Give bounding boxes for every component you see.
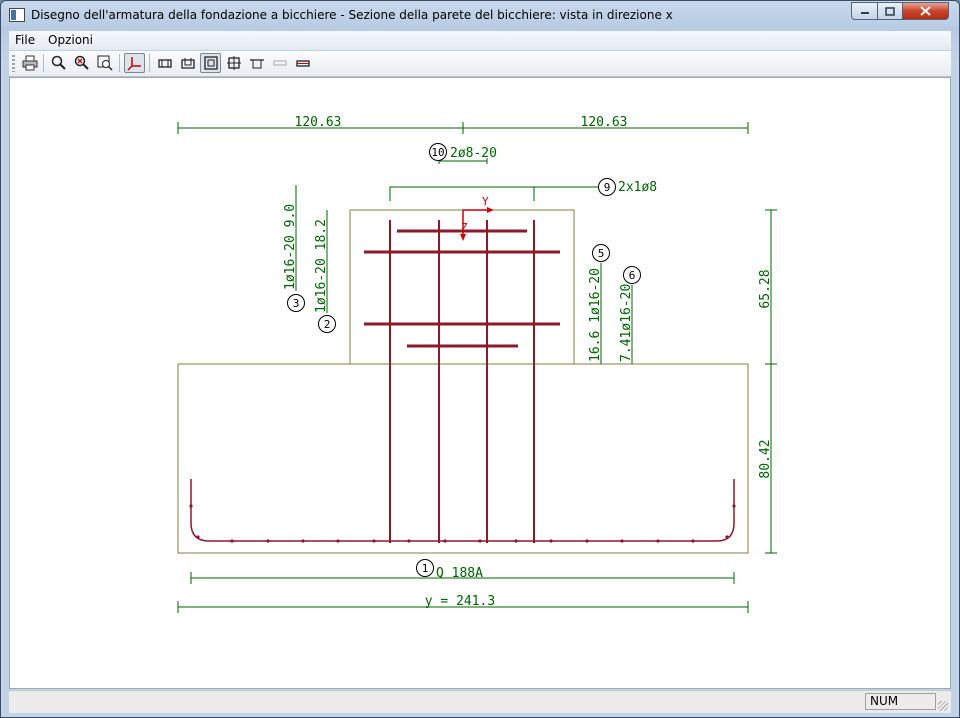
callout-2-number: 2 [324,318,331,331]
toolbar-separator [149,54,150,72]
concrete-outline [177,209,749,554]
rebar-drawing[interactable]: 120.63 120.63 65.28 80.42 y = 241.3 Y Z … [10,78,950,688]
app-icon [9,8,25,22]
minimize-icon [860,12,869,14]
status-bar: NUM [9,690,951,713]
axis-z-label: Z [461,221,468,234]
view-section-icon [203,56,218,70]
bottom-mesh-dots [189,504,736,543]
app-window: Disegno dell'armatura della fondazione a… [0,0,960,718]
num-lock-indicator: NUM [865,693,936,710]
axes-button[interactable] [124,53,145,73]
maximize-button[interactable] [877,2,903,20]
axes-icon [126,57,141,71]
callout-3-label: 1ø16-20 9.0 [283,204,298,290]
dim-right-lower-label: 80.42 [758,439,773,478]
dim-right-upper-label: 65.28 [758,269,773,308]
callout-5-label: 16.6 1ø16-20 [588,268,603,362]
toolbar-separator [43,54,44,72]
view-bottom-icon [295,60,310,67]
callout-6-number: 6 [629,269,636,282]
view-side-button[interactable] [177,53,198,73]
view-disabled-icon [273,60,286,66]
view-disabled-button[interactable] [269,53,290,73]
menu-file[interactable]: File [15,33,35,47]
callout-3-number: 3 [293,297,300,310]
zoom-reset-icon [74,55,89,70]
print-icon [22,55,37,71]
view-front-button[interactable] [154,53,175,73]
vertical-bars [389,220,535,543]
toolbar [9,51,951,77]
callout-1-number: 1 [422,562,429,575]
close-icon [920,6,931,16]
drawing-canvas[interactable]: 120.63 120.63 65.28 80.42 y = 241.3 Y Z … [9,77,951,689]
top-dimension [177,122,749,134]
callout-1-label: Q 188A [436,566,483,581]
callout-10-number: 10 [431,146,444,159]
horizontal-bars [364,229,560,348]
view-section-button[interactable] [200,53,221,73]
callout-2-label: 1ø16-20 18.2 [314,219,329,313]
maximize-icon [885,6,895,16]
callout-9-label: 2x1ø8 [618,180,657,195]
callout-9-leader [389,186,600,201]
callout-6-label: 7.41ø16-20 [619,284,634,362]
dim-top-right-label: 120.63 [581,115,628,130]
close-button[interactable] [902,2,949,20]
zoom-window-button[interactable] [94,53,115,73]
bottom-mesh-bar [190,479,735,542]
zoom-window-icon [97,55,113,71]
toolbar-grip[interactable] [12,55,15,72]
view-front-icon [157,59,172,68]
view-plan-icon [226,56,241,70]
foundation-outline [177,363,749,554]
zoom-icon [51,55,66,70]
dim-bottom-total-label: y = 241.3 [425,594,495,609]
axis-y-label: Y [482,195,489,208]
right-dimension [765,209,777,554]
print-button[interactable] [19,53,40,73]
title-bar[interactable]: Disegno dell'armatura della fondazione a… [1,1,959,30]
callout-10-label: 2ø8-20 [450,146,497,161]
window-title: Disegno dell'armatura della fondazione a… [31,8,673,22]
dim-top-left-label: 120.63 [295,115,342,130]
resize-grip[interactable] [938,701,948,711]
zoom-button[interactable] [48,53,69,73]
menu-options[interactable]: Opzioni [48,33,93,47]
minimize-button[interactable] [851,2,878,20]
callout-5-number: 5 [598,247,605,260]
zoom-reset-button[interactable] [71,53,92,73]
view-top-button[interactable] [246,53,267,73]
callout-9-number: 9 [604,181,611,194]
menu-bar: File Opzioni [9,31,951,50]
view-bottom-button[interactable] [292,53,313,73]
toolbar-separator [119,54,120,72]
view-side-icon [180,58,195,69]
view-plan-button[interactable] [223,53,244,73]
view-top-icon [249,59,264,69]
